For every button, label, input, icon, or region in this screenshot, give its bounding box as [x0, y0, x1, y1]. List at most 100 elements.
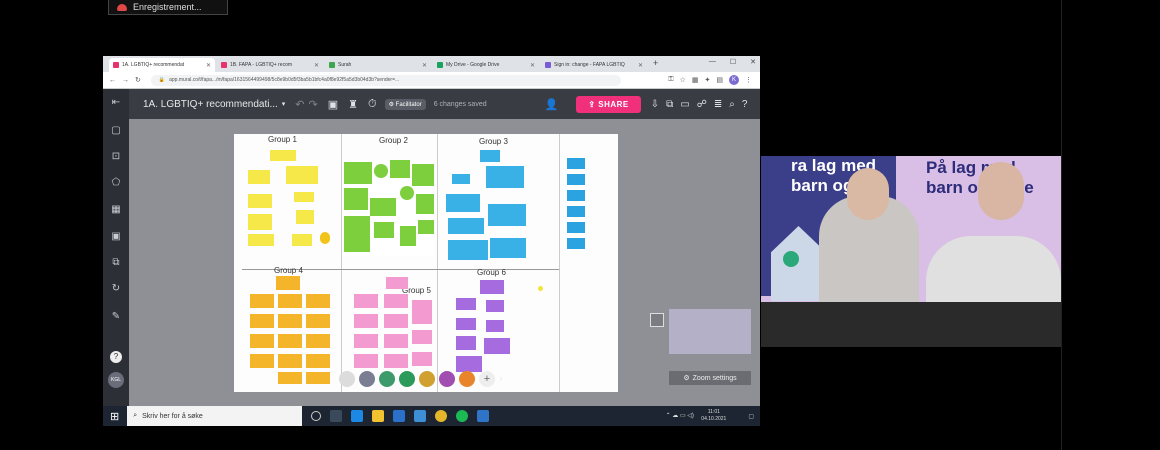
summary-icon[interactable]: ⧉ — [666, 99, 673, 110]
sticky-note[interactable] — [278, 314, 302, 328]
sticky-note[interactable] — [344, 216, 370, 252]
sticky-note[interactable] — [278, 354, 302, 368]
board-title[interactable]: 1A. LGBTIQ+ recommendati... ▾ — [143, 99, 285, 110]
puzzle-icon[interactable]: ✦ — [705, 76, 711, 84]
sticky-note[interactable] — [412, 330, 432, 344]
frameworks-icon[interactable]: ▦ — [110, 204, 122, 216]
sticky-note[interactable] — [250, 314, 274, 328]
text-icon[interactable]: ⊡ — [110, 151, 122, 163]
sticky-note[interactable] — [448, 218, 484, 234]
sticky-note[interactable] — [567, 238, 585, 249]
forward-icon[interactable]: → — [122, 77, 129, 84]
sticky-note[interactable] — [480, 280, 504, 294]
sticky-note[interactable] — [484, 338, 510, 354]
outline-list-icon[interactable]: ≣ — [714, 99, 722, 110]
sticky-note[interactable] — [567, 158, 585, 169]
collapse-icon[interactable]: ⇤ — [110, 97, 122, 109]
sticky-note[interactable] — [306, 314, 330, 328]
sticky-note[interactable] — [354, 354, 378, 368]
minimap-toggle-icon[interactable] — [650, 313, 664, 327]
sticky-note[interactable] — [480, 150, 500, 162]
draw-icon[interactable]: ✎ — [110, 311, 122, 323]
sticky-note[interactable] — [294, 192, 314, 202]
sticky-note[interactable] — [374, 222, 394, 238]
sticky-note[interactable] — [250, 334, 274, 348]
sticky-note[interactable] — [448, 240, 488, 260]
mural-board[interactable]: Group 1 Group 2 Group 3 Group 4 Group 5 … — [234, 134, 618, 392]
sticky-note[interactable] — [296, 210, 314, 224]
sticky-note[interactable] — [306, 372, 330, 384]
user-avatar[interactable] — [419, 371, 435, 387]
icons-icon[interactable]: ⧉ — [110, 257, 122, 269]
sticky-note[interactable] — [486, 166, 524, 188]
sticky-note[interactable] — [446, 194, 480, 212]
extension-icon[interactable]: ▦ — [692, 76, 699, 84]
reload-icon[interactable]: ↻ — [135, 76, 141, 84]
outline-icon[interactable]: ▣ — [328, 98, 338, 111]
redo-icon[interactable]: ↷ — [309, 98, 318, 111]
timer-icon[interactable]: ⏱ — [368, 98, 377, 111]
sticky-note[interactable] — [250, 354, 274, 368]
bookmark-star-icon[interactable]: ☆ — [680, 76, 686, 84]
sticky-note[interactable] — [248, 194, 272, 208]
mural-canvas[interactable]: Group 1 Group 2 Group 3 Group 4 Group 5 … — [129, 119, 760, 406]
zoom-app-icon[interactable] — [477, 410, 490, 422]
sticky-note[interactable] — [278, 294, 302, 308]
browser-tab[interactable]: 1B. FAPA - LGBTIQ+ recom ✕ — [217, 58, 323, 72]
sticky-note[interactable] — [354, 314, 378, 328]
collaborators-icon[interactable]: 👤 — [545, 98, 559, 111]
sticky-note[interactable] — [486, 320, 504, 332]
sticky-note[interactable] — [344, 162, 372, 184]
sticky-note[interactable] — [418, 220, 434, 234]
user-avatar[interactable]: KGL — [108, 372, 124, 388]
key-icon[interactable]: ⚿ — [668, 76, 673, 84]
image-icon[interactable]: ▣ — [110, 231, 122, 243]
sticky-note[interactable] — [567, 222, 585, 233]
group-title[interactable]: Group 1 — [268, 135, 297, 144]
browser-tab[interactable]: Surah ✕ — [325, 58, 431, 72]
close-window-icon[interactable]: ✕ — [750, 58, 756, 66]
sticky-note[interactable] — [456, 356, 482, 372]
activity-icon[interactable]: ☍ — [697, 99, 707, 110]
undo-icon[interactable]: ↶ — [295, 98, 304, 111]
sticky-note[interactable] — [456, 298, 476, 310]
edge-icon[interactable] — [351, 410, 364, 422]
sticky-note[interactable] — [412, 352, 432, 366]
sticky-note[interactable] — [412, 300, 432, 324]
group-title[interactable]: Group 4 — [274, 266, 303, 275]
sun-icon[interactable] — [538, 286, 543, 291]
sticky-note[interactable] — [286, 166, 318, 184]
sticky-note[interactable] — [292, 234, 312, 246]
store-icon[interactable] — [393, 410, 406, 422]
sticky-note[interactable] — [567, 190, 585, 201]
url-field[interactable]: 🔒 app.mural.co/t/fapa.../m/fapa/16315644… — [150, 74, 621, 86]
user-avatar[interactable] — [359, 371, 375, 387]
sticky-note[interactable] — [400, 186, 414, 200]
user-avatar[interactable] — [459, 371, 475, 387]
export-icon[interactable]: ⇩ — [651, 99, 659, 110]
sticky-note[interactable] — [567, 174, 585, 185]
browser-tab[interactable]: Sign in: change - FAPA LGBTIQ ✕ — [541, 58, 647, 72]
help-circle-icon[interactable]: ? — [742, 99, 748, 110]
sticky-note[interactable] — [384, 314, 408, 328]
comment-icon[interactable]: ▭ — [680, 99, 689, 110]
sticky-note[interactable] — [390, 160, 410, 178]
close-icon[interactable]: ✕ — [638, 62, 643, 69]
sticky-note[interactable] — [452, 174, 470, 184]
sticky-note[interactable] — [248, 170, 270, 184]
mail-icon[interactable] — [414, 410, 427, 422]
sticky-note[interactable] — [374, 164, 388, 178]
sticky-note[interactable] — [270, 150, 296, 161]
taskbar-search[interactable]: ⌕ Skriv her for å søke — [127, 406, 303, 426]
private-mode-icon[interactable]: ♜ — [348, 98, 358, 111]
sunflower-icon[interactable] — [320, 232, 330, 244]
browser-tab[interactable]: My Drive - Google Drive ✕ — [433, 58, 539, 72]
sticky-note[interactable] — [456, 336, 476, 350]
file-explorer-icon[interactable] — [372, 410, 385, 422]
browser-tab[interactable]: 1A. LGBTIQ+ recommendat ✕ — [109, 58, 215, 72]
sticky-note[interactable] — [384, 294, 408, 308]
back-icon[interactable]: ← — [109, 77, 116, 84]
gif-icon[interactable]: ↻ — [110, 283, 122, 295]
windows-start-icon[interactable]: ⊞ — [110, 410, 119, 423]
sticky-note[interactable] — [306, 354, 330, 368]
